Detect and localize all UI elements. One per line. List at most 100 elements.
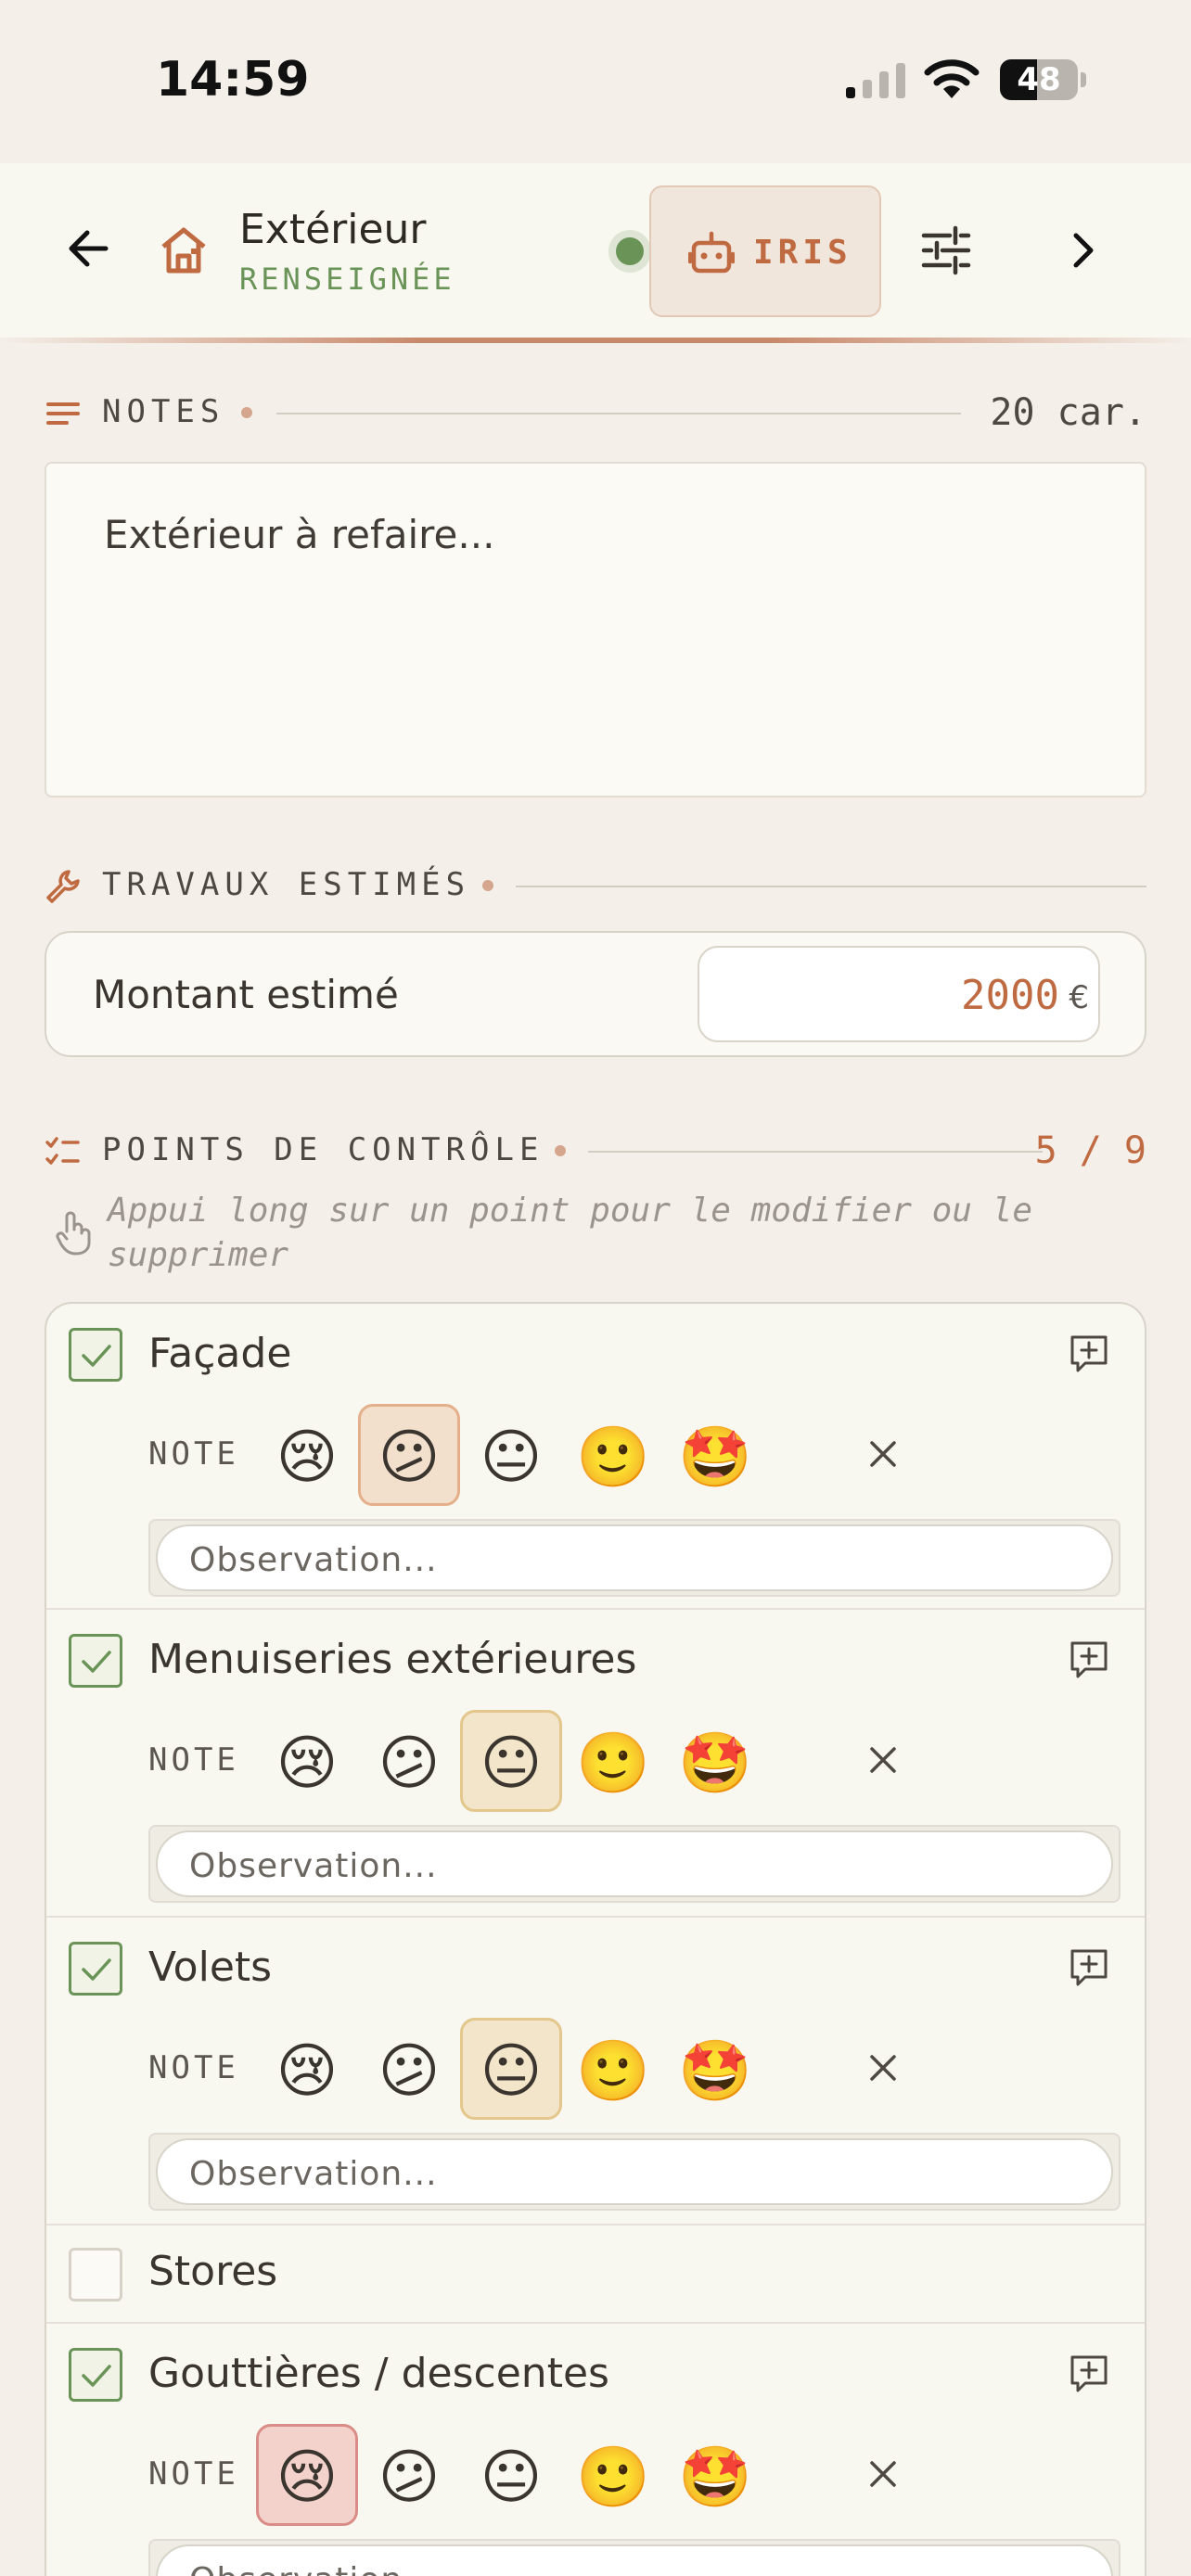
item-name: Stores	[148, 2248, 278, 2295]
rating-smile-face[interactable]: 🙂	[562, 2018, 664, 2120]
observation-input[interactable]: Observation...	[148, 2539, 1121, 2576]
iris-label: IRIS	[753, 234, 852, 272]
checklist-icon	[45, 1137, 80, 1165]
checklist-item-menuiseries: Menuiseries extérieures NOTE 😢 😕 😐 🙂 🤩 O…	[46, 1610, 1145, 1918]
add-comment-icon[interactable]	[1069, 1639, 1109, 1680]
back-arrow-icon[interactable]	[61, 221, 117, 276]
wifi-icon	[924, 59, 980, 98]
checklist-section-header: POINTS DE CONTRÔLE 5 / 9	[45, 1128, 1146, 1174]
item-checkbox[interactable]	[69, 2248, 122, 2302]
rating-neutral-face[interactable]: 😐	[460, 2018, 562, 2120]
checkmark-icon	[82, 2365, 111, 2387]
robot-icon	[688, 231, 735, 274]
note-label: NOTE	[148, 1435, 239, 1473]
checklist-item-facade: Façade NOTE 😢 😕 😐 🙂 🤩 Observation...	[46, 1304, 1145, 1610]
checklist-progress: 5 / 9	[1034, 1129, 1146, 1172]
header-divider	[0, 338, 1191, 343]
currency-symbol: €	[1069, 979, 1089, 1016]
note-label: NOTE	[148, 2049, 239, 2086]
checklist-card: Façade NOTE 😢 😕 😐 🙂 🤩 Observation... Men…	[45, 1302, 1146, 2576]
add-comment-icon[interactable]	[1069, 2353, 1109, 2394]
rating-star-struck-face[interactable]: 🤩	[664, 1710, 766, 1812]
checkmark-icon	[82, 1345, 111, 1367]
rating-star-struck-face[interactable]: 🤩	[664, 1404, 766, 1506]
clear-rating-icon[interactable]	[864, 2049, 902, 2086]
works-section-header: TRAVAUX ESTIMÉS	[45, 862, 1146, 909]
rating-smile-face[interactable]: 🙂	[562, 2424, 664, 2526]
rating-crying-face[interactable]: 😢	[256, 2018, 358, 2120]
checklist-item-stores: Stores	[46, 2225, 1145, 2324]
amount-value: 2000	[961, 972, 1059, 1019]
house-icon	[161, 227, 206, 274]
item-name: Menuiseries extérieures	[148, 1636, 637, 1683]
checklist-item-volets: Volets NOTE 😢 😕 😐 🙂 🤩 Observation...	[46, 1918, 1145, 2225]
rating-confused-face[interactable]: 😕	[358, 2018, 460, 2120]
long-press-hint: Appui long sur un point pour le modifier…	[108, 1192, 1032, 1274]
observation-input[interactable]: Observation...	[148, 2133, 1121, 2211]
observation-placeholder: Observation...	[189, 2155, 438, 2193]
rating-neutral-face[interactable]: 😐	[460, 1404, 562, 1506]
works-section-title: TRAVAUX ESTIMÉS	[102, 866, 471, 903]
wrench-icon	[46, 870, 80, 903]
rating-crying-face[interactable]: 😢	[256, 2424, 358, 2526]
observation-placeholder: Observation...	[189, 1847, 438, 1885]
rating-smile-face[interactable]: 🙂	[562, 1710, 664, 1812]
rating-crying-face[interactable]: 😢	[256, 1404, 358, 1506]
item-name: Façade	[148, 1330, 292, 1377]
notes-char-count: 20 car.	[990, 391, 1146, 434]
battery-icon: 48	[1000, 59, 1086, 100]
sliders-icon[interactable]	[918, 223, 974, 278]
notes-section-header: NOTES 20 car.	[45, 389, 1146, 436]
rating-star-struck-face[interactable]: 🤩	[664, 2018, 766, 2120]
status-time: 14:59	[156, 52, 310, 108]
add-comment-icon[interactable]	[1069, 1333, 1109, 1374]
iris-assistant-button[interactable]: IRIS	[649, 185, 881, 317]
rating-row: NOTE 😢 😕 😐 🙂 🤩	[148, 2018, 1132, 2120]
status-bar: 14:59 48	[0, 0, 1191, 163]
checkmark-icon	[82, 1958, 111, 1981]
rating-row: NOTE 😢 😕 😐 🙂 🤩	[148, 1710, 1132, 1812]
rating-smile-face[interactable]: 🙂	[562, 1404, 664, 1506]
rating-confused-face[interactable]: 😕	[358, 1404, 460, 1506]
item-checkbox[interactable]	[69, 1328, 122, 1382]
observation-placeholder: Observation...	[189, 2561, 438, 2576]
checklist-section-title: POINTS DE CONTRÔLE	[102, 1131, 544, 1168]
rating-neutral-face[interactable]: 😐	[460, 2424, 562, 2526]
rating-star-struck-face[interactable]: 🤩	[664, 2424, 766, 2526]
item-checkbox[interactable]	[69, 1634, 122, 1688]
clear-rating-icon[interactable]	[864, 1741, 902, 1779]
observation-input[interactable]: Observation...	[148, 1825, 1121, 1903]
item-checkbox[interactable]	[69, 2348, 122, 2402]
rating-confused-face[interactable]: 😕	[358, 1710, 460, 1812]
notes-section-title: NOTES	[102, 393, 225, 430]
rating-row: NOTE 😢 😕 😐 🙂 🤩	[148, 2424, 1132, 2526]
rating-row: NOTE 😢 😕 😐 🙂 🤩	[148, 1404, 1132, 1506]
observation-input[interactable]: Observation...	[148, 1519, 1121, 1597]
clear-rating-icon[interactable]	[864, 1435, 902, 1473]
item-name: Gouttières / descentes	[148, 2350, 609, 2397]
long-press-hand-icon	[56, 1211, 91, 1256]
item-name: Volets	[148, 1944, 273, 1991]
observation-placeholder: Observation...	[189, 1541, 438, 1579]
rating-crying-face[interactable]: 😢	[256, 1710, 358, 1812]
checkmark-icon	[82, 1651, 111, 1673]
note-label: NOTE	[148, 1741, 239, 1779]
notes-textarea[interactable]: Extérieur à refaire...	[45, 462, 1146, 797]
battery-level: 48	[1017, 61, 1061, 98]
estimated-amount-row: Montant estimé 2000 €	[45, 931, 1146, 1057]
item-checkbox[interactable]	[69, 1942, 122, 1996]
amount-label: Montant estimé	[93, 972, 399, 1017]
note-label: NOTE	[148, 2455, 239, 2493]
status-indicator-dot	[616, 237, 644, 265]
add-comment-icon[interactable]	[1069, 1947, 1109, 1988]
chevron-right-icon[interactable]	[1056, 223, 1111, 278]
checklist-item-gouttieres: Gouttières / descentes NOTE 😢 😕 😐 🙂 🤩 Ob…	[46, 2324, 1145, 2576]
notes-text: Extérieur à refaire...	[104, 512, 495, 557]
cellular-signal-icon	[846, 63, 905, 98]
page-title: Extérieur	[239, 206, 427, 253]
notes-lines-icon	[46, 402, 80, 425]
clear-rating-icon[interactable]	[864, 2455, 902, 2493]
amount-input[interactable]: 2000 €	[698, 946, 1100, 1042]
rating-confused-face[interactable]: 😕	[358, 2424, 460, 2526]
rating-neutral-face[interactable]: 😐	[460, 1710, 562, 1812]
